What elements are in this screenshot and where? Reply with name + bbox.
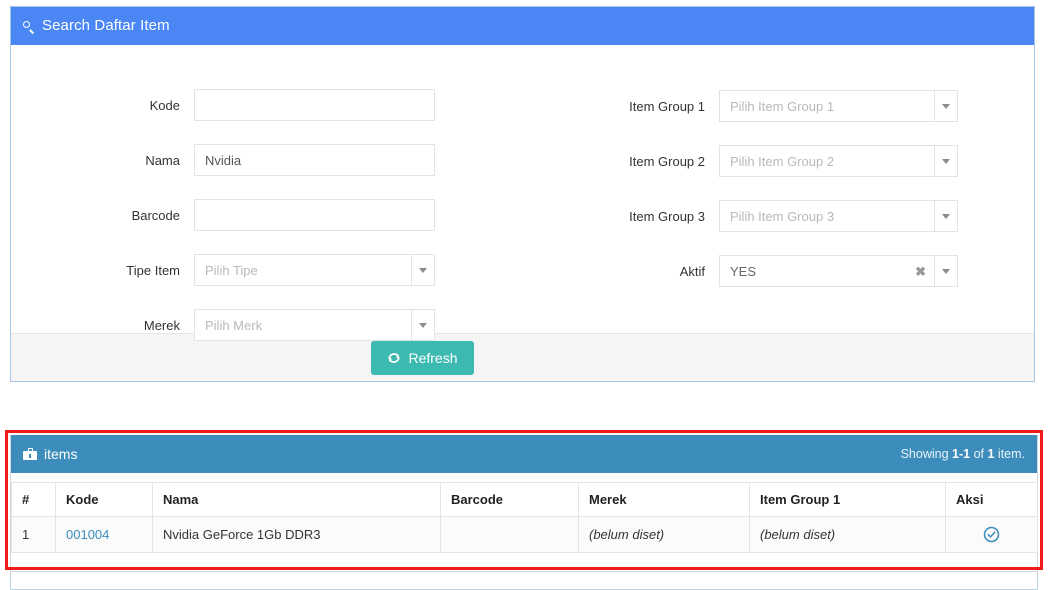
label-merek: Merek bbox=[143, 317, 180, 333]
clear-icon[interactable]: ✖ bbox=[909, 265, 926, 278]
merek-dropdown-toggle[interactable] bbox=[411, 309, 435, 341]
item-group-2-select[interactable]: Pilih Item Group 2 bbox=[719, 145, 958, 177]
showing-middle: of bbox=[970, 447, 988, 461]
tipe-item-select[interactable]: Pilih Tipe bbox=[194, 254, 435, 286]
col-header-item-group-1[interactable]: Item Group 1 bbox=[749, 482, 946, 517]
tipe-item-dropdown-toggle[interactable] bbox=[411, 254, 435, 286]
search-icon bbox=[23, 20, 36, 34]
merek-placeholder: Pilih Merk bbox=[205, 317, 263, 333]
barcode-input[interactable] bbox=[194, 199, 435, 231]
page-bottom-panel bbox=[10, 572, 1038, 590]
label-nama: Nama bbox=[145, 152, 180, 168]
col-header-barcode[interactable]: Barcode bbox=[440, 482, 579, 517]
item-group-1-select[interactable]: Pilih Item Group 1 bbox=[719, 90, 958, 122]
items-table-footer-space bbox=[11, 553, 1037, 572]
label-item-group-3: Item Group 3 bbox=[629, 208, 705, 224]
showing-range: 1-1 bbox=[952, 447, 971, 461]
field-row-item-group-2: Item Group 2 Pilih Item Group 2 bbox=[527, 145, 958, 177]
items-panel: items Showing 1-1 of 1 item. # Kode Nama… bbox=[10, 435, 1038, 573]
refresh-button[interactable]: Refresh bbox=[371, 340, 474, 375]
field-row-nama: Nama bbox=[11, 144, 435, 176]
field-row-item-group-3: Item Group 3 Pilih Item Group 3 bbox=[527, 200, 958, 232]
item-group-3-dropdown-toggle[interactable] bbox=[934, 200, 958, 232]
items-panel-header: items Showing 1-1 of 1 item. bbox=[11, 435, 1037, 473]
col-header-kode[interactable]: Kode bbox=[55, 482, 153, 517]
label-item-group-2: Item Group 2 bbox=[629, 153, 705, 169]
label-aktif: Aktif bbox=[679, 263, 705, 279]
nama-input[interactable] bbox=[194, 144, 435, 176]
table-header-row: # Kode Nama Barcode Merek Item Group 1 A… bbox=[11, 482, 1038, 517]
field-row-kode: Kode bbox=[11, 89, 435, 121]
label-item-group-1: Item Group 1 bbox=[629, 98, 705, 114]
aktif-dropdown-toggle[interactable] bbox=[934, 255, 958, 287]
chevron-down-icon bbox=[419, 322, 427, 328]
col-header-nama[interactable]: Nama bbox=[152, 482, 441, 517]
showing-summary: Showing 1-1 of 1 item. bbox=[901, 447, 1025, 461]
cell-aksi bbox=[945, 515, 1038, 554]
merek-select[interactable]: Pilih Merk bbox=[194, 309, 435, 341]
cell-nama: Nvidia GeForce 1Gb DDR3 bbox=[152, 515, 441, 554]
cell-num: 1 bbox=[11, 515, 56, 554]
aktif-select[interactable]: YES ✖ bbox=[719, 255, 958, 287]
field-row-tipe-item: Tipe Item Pilih Tipe bbox=[11, 254, 435, 286]
search-panel-title: Search Daftar Item bbox=[42, 17, 170, 34]
item-group-2-placeholder: Pilih Item Group 2 bbox=[730, 153, 835, 169]
col-header-aksi: Aksi bbox=[945, 482, 1038, 517]
briefcase-icon bbox=[23, 448, 37, 460]
kode-link[interactable]: 001004 bbox=[66, 527, 109, 542]
items-panel-title: items bbox=[44, 446, 78, 462]
search-panel-header: Search Daftar Item bbox=[11, 7, 1034, 45]
check-circle-icon[interactable] bbox=[983, 526, 1000, 543]
cell-merek: (belum diset) bbox=[578, 515, 750, 554]
item-group-2-select-field[interactable]: Pilih Item Group 2 bbox=[719, 145, 934, 177]
tipe-item-placeholder: Pilih Tipe bbox=[205, 262, 258, 278]
chevron-down-icon bbox=[942, 158, 950, 164]
table-row: 1 001004 Nvidia GeForce 1Gb DDR3 (belum … bbox=[11, 515, 1038, 554]
showing-prefix: Showing bbox=[900, 447, 953, 461]
refresh-button-label: Refresh bbox=[408, 349, 458, 366]
label-kode: Kode bbox=[149, 97, 180, 113]
chevron-down-icon bbox=[942, 268, 950, 274]
label-barcode: Barcode bbox=[131, 207, 180, 223]
field-row-barcode: Barcode bbox=[11, 199, 435, 231]
item-group-2-dropdown-toggle[interactable] bbox=[934, 145, 958, 177]
chevron-down-icon bbox=[419, 267, 427, 273]
chevron-down-icon bbox=[942, 213, 950, 219]
search-panel: Search Daftar Item Kode Nama Barcode Tip… bbox=[10, 6, 1035, 382]
cell-barcode bbox=[440, 515, 579, 554]
item-group-3-select[interactable]: Pilih Item Group 3 bbox=[719, 200, 958, 232]
chevron-down-icon bbox=[942, 103, 950, 109]
field-row-aktif: Aktif YES ✖ bbox=[527, 255, 958, 287]
item-group-1-placeholder: Pilih Item Group 1 bbox=[730, 98, 835, 114]
item-group-3-select-field[interactable]: Pilih Item Group 3 bbox=[719, 200, 934, 232]
cell-item-group-1: (belum diset) bbox=[749, 515, 946, 554]
field-row-merek: Merek Pilih Merk bbox=[11, 309, 435, 341]
kode-input[interactable] bbox=[194, 89, 435, 121]
label-tipe-item: Tipe Item bbox=[126, 262, 180, 278]
items-table: # Kode Nama Barcode Merek Item Group 1 A… bbox=[11, 482, 1038, 554]
item-group-1-select-field[interactable]: Pilih Item Group 1 bbox=[719, 90, 934, 122]
tipe-item-select-field[interactable]: Pilih Tipe bbox=[194, 254, 411, 286]
showing-suffix: item. bbox=[994, 447, 1025, 461]
item-group-1-dropdown-toggle[interactable] bbox=[934, 90, 958, 122]
merek-select-field[interactable]: Pilih Merk bbox=[194, 309, 411, 341]
field-row-item-group-1: Item Group 1 Pilih Item Group 1 bbox=[527, 90, 958, 122]
col-header-num[interactable]: # bbox=[11, 482, 56, 517]
refresh-icon bbox=[387, 351, 401, 365]
item-group-3-placeholder: Pilih Item Group 3 bbox=[730, 208, 835, 224]
items-table-wrapper: # Kode Nama Barcode Merek Item Group 1 A… bbox=[11, 473, 1038, 572]
col-header-merek[interactable]: Merek bbox=[578, 482, 750, 517]
search-form: Kode Nama Barcode Tipe Item Pilih Tipe M bbox=[11, 45, 1034, 341]
cell-kode: 001004 bbox=[55, 515, 153, 554]
aktif-value: YES bbox=[730, 263, 757, 279]
aktif-select-field[interactable]: YES ✖ bbox=[719, 255, 934, 287]
